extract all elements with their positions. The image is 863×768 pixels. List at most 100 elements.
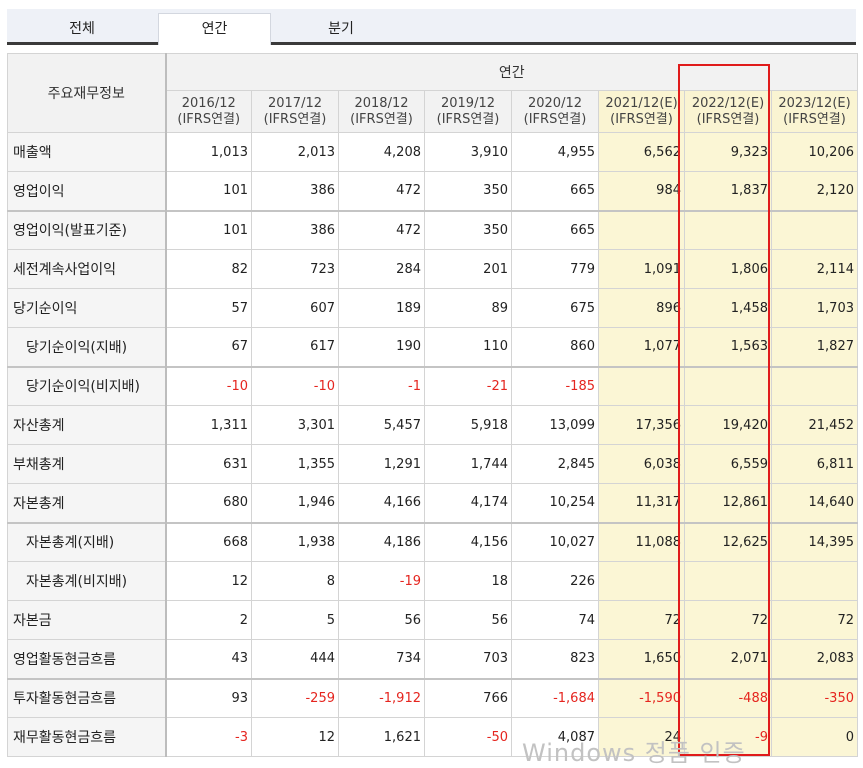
- table-row: 매출액 1,013 2,013 4,208 3,910 4,955 6,562 9,323 10…: [7, 132, 858, 172]
- table-cell: 2,083: [771, 639, 858, 679]
- table-cell: 4,156: [424, 521, 512, 562]
- column-period: 2016/12: [181, 95, 236, 111]
- table-cell: 21,452: [771, 405, 858, 445]
- table-cell: -488: [684, 677, 772, 718]
- column-period: 2020/12: [527, 95, 582, 111]
- table-cell: 860: [511, 327, 599, 367]
- table-cell: -50: [424, 717, 512, 757]
- table-cell: 12,625: [684, 521, 772, 562]
- row-label: 당기순이익(지배): [7, 327, 167, 367]
- table-cell: 110: [424, 327, 512, 367]
- table-cell: 9,323: [684, 132, 772, 172]
- table-row: 투자활동현금흐름 93 -259 -1,912 766 -1,684 -1,590 -488-…: [7, 677, 858, 718]
- table-cell: 72: [684, 600, 772, 640]
- table-cell: -21: [424, 365, 512, 406]
- table-cell: 4,174: [424, 483, 512, 523]
- table-cell: 1,946: [251, 483, 339, 523]
- table-row: 자본총계 680 1,946 4,166 4,174 10,254 11,317 12,861…: [7, 483, 858, 523]
- table-cell: 675: [511, 288, 599, 328]
- table-cell: 4,186: [338, 521, 425, 562]
- row-label: 자본총계(지배): [7, 521, 167, 562]
- table-cell: 6,562: [598, 132, 685, 172]
- table-cell: 56: [338, 600, 425, 640]
- table-cell: [598, 209, 685, 250]
- table-cell: 2: [165, 600, 252, 640]
- row-label: 영업이익(발표기준): [7, 209, 167, 250]
- table-row: 당기순이익(비지배) -10 -10 -1 -21 -185: [7, 365, 858, 406]
- table-cell: 190: [338, 327, 425, 367]
- column-basis: (IFRS연결): [436, 111, 500, 127]
- table-cell: 680: [165, 483, 252, 523]
- table-cell: 101: [165, 171, 252, 211]
- table-cell: 4,955: [511, 132, 599, 172]
- table-cell: 10,254: [511, 483, 599, 523]
- column-header: 2019/12 (IFRS연결): [424, 90, 512, 133]
- table-cell: 823: [511, 639, 599, 679]
- table-cell: 350: [424, 171, 512, 211]
- column-header: 2023/12(E) (IFRS연결): [771, 90, 858, 133]
- table-cell: 14,640: [771, 483, 858, 523]
- row-label: 부채총계: [7, 444, 167, 484]
- table-cell: 668: [165, 521, 252, 562]
- tab-annual[interactable]: 연간: [158, 13, 271, 45]
- table-corner-label: 주요재무정보: [7, 53, 167, 133]
- table-cell: -3: [165, 717, 252, 757]
- table-cell: [684, 365, 772, 406]
- table-cell: 5,457: [338, 405, 425, 445]
- table-cell: 10,206: [771, 132, 858, 172]
- table-cell: 43: [165, 639, 252, 679]
- row-label: 매출액: [7, 132, 167, 172]
- table-cell: [771, 365, 858, 406]
- table-cell: -10: [165, 365, 252, 406]
- table-row: 부채총계 631 1,355 1,291 1,744 2,845 6,038 6,559 6,8…: [7, 444, 858, 484]
- table-cell: 386: [251, 171, 339, 211]
- table-cell: 723: [251, 249, 339, 289]
- table-cell: 72: [771, 600, 858, 640]
- table-cell: 56: [424, 600, 512, 640]
- table-cell: [598, 365, 685, 406]
- table-cell: 617: [251, 327, 339, 367]
- column-basis: (IFRS연결): [783, 111, 846, 127]
- column-header: 2021/12(E) (IFRS연결): [598, 90, 685, 133]
- table-row: 세전계속사업이익 82 723 284 201 779 1,091 1,806 2,114: [7, 249, 858, 289]
- table-cell: [771, 561, 858, 601]
- table-cell: 1,938: [251, 521, 339, 562]
- column-basis: (IFRS연결): [177, 111, 241, 127]
- table-cell: [684, 209, 772, 250]
- table-cell: 1,650: [598, 639, 685, 679]
- table-cell: 0: [771, 717, 858, 757]
- tab-all[interactable]: 전체: [7, 14, 157, 45]
- table-cell: 1,703: [771, 288, 858, 328]
- table-cell: 14,395: [771, 521, 858, 562]
- table-cell: 8: [251, 561, 339, 601]
- table-cell: 201: [424, 249, 512, 289]
- table-cell: 350: [424, 209, 512, 250]
- table-cell: 1,837: [684, 171, 772, 211]
- column-period: 2019/12: [440, 95, 495, 111]
- table-cell: 4,166: [338, 483, 425, 523]
- table-cell: 386: [251, 209, 339, 250]
- table-row: 자본금 2 5 56 56 74 72 72 72: [7, 600, 858, 640]
- table-cell: 3,301: [251, 405, 339, 445]
- table-cell: 74: [511, 600, 599, 640]
- table-cell: 189: [338, 288, 425, 328]
- table-cell: 2,845: [511, 444, 599, 484]
- table-cell: 12,861: [684, 483, 772, 523]
- period-tab-bar: 전체 연간 분기: [7, 9, 856, 45]
- table-cell: 89: [424, 288, 512, 328]
- table-cell: 1,458: [684, 288, 772, 328]
- table-cell: 12: [165, 561, 252, 601]
- table-cell: [771, 209, 858, 250]
- table-row: 당기순이익 57 607 189 89 675 896 1,458 1,703: [7, 288, 858, 328]
- table-row: 영업활동현금흐름 43 444 734 703 823 1,650 2,071 2,083: [7, 639, 858, 679]
- row-label: 투자활동현금흐름: [7, 677, 167, 718]
- table-cell: 11,088: [598, 521, 685, 562]
- table-cell: 12: [251, 717, 339, 757]
- column-period: 2017/12: [267, 95, 322, 111]
- tab-quarterly[interactable]: 분기: [271, 14, 411, 45]
- table-cell: 101: [165, 209, 252, 250]
- table-cell: 2,120: [771, 171, 858, 211]
- table-cell: -1,590: [598, 677, 685, 718]
- table-cell: 19,420: [684, 405, 772, 445]
- column-header: 2018/12 (IFRS연결): [338, 90, 425, 133]
